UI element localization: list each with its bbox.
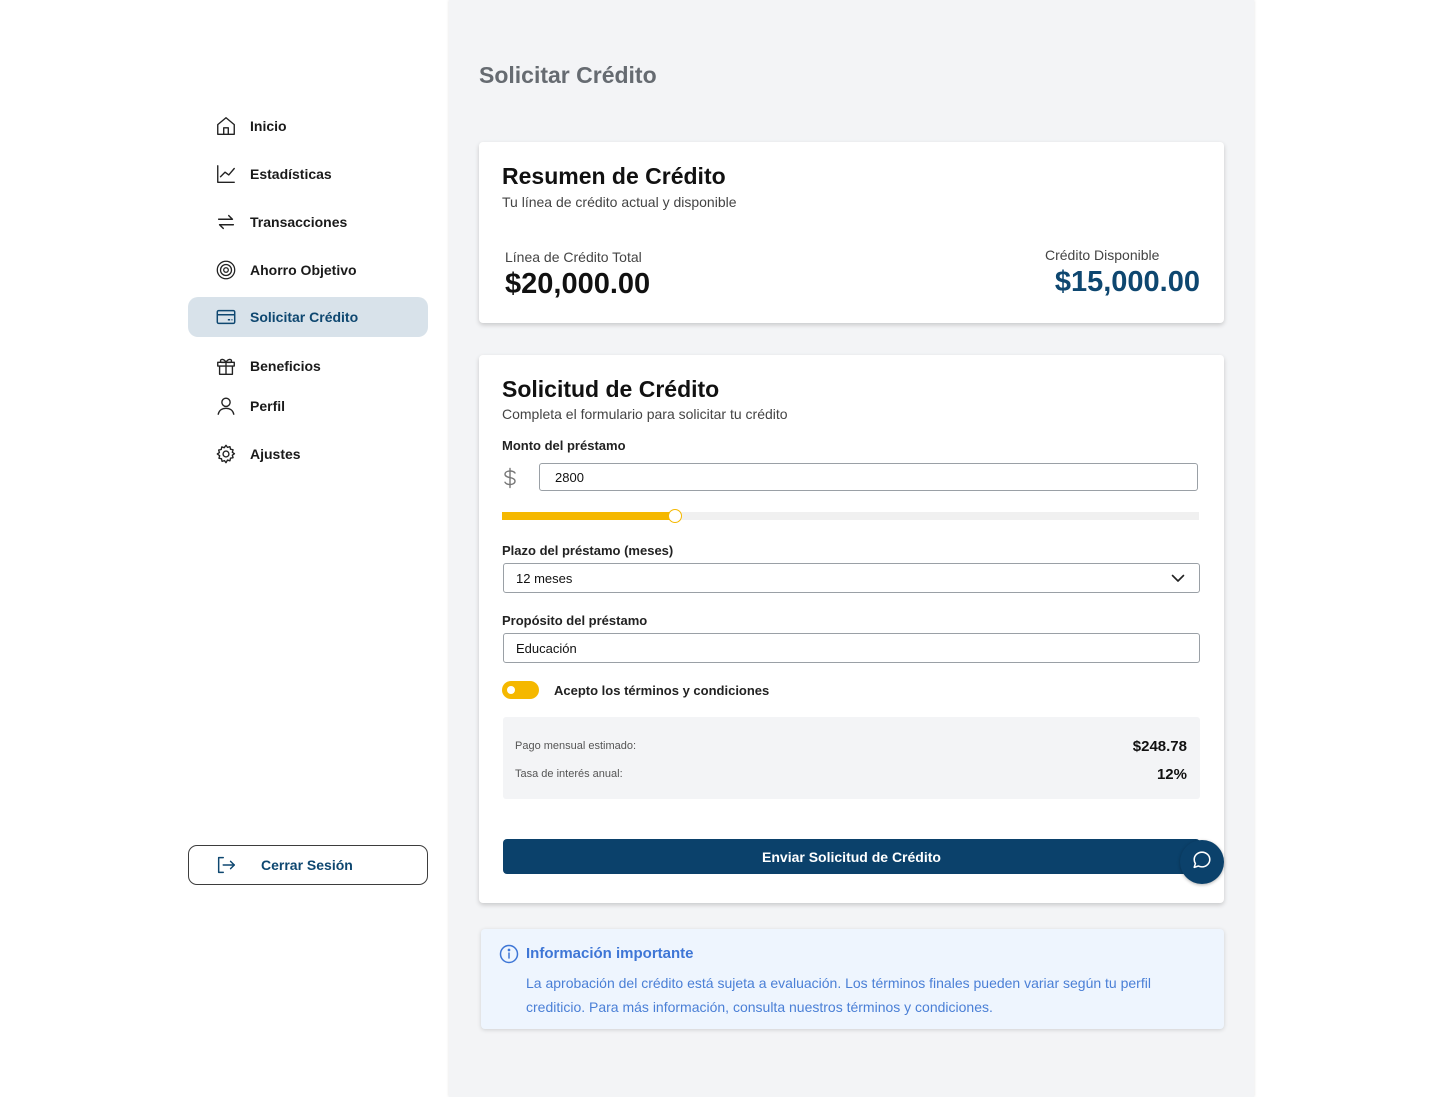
- sidebar-item-ahorro-objetivo[interactable]: Ahorro Objetivo: [188, 250, 428, 290]
- available-credit-label: Crédito Disponible: [1045, 247, 1160, 263]
- logout-button[interactable]: Cerrar Sesión: [188, 845, 428, 885]
- main-content: Solicitar Crédito Resumen de Crédito Tu …: [449, 0, 1254, 1097]
- term-label: Plazo del préstamo (meses): [502, 543, 674, 558]
- gift-icon: [214, 354, 238, 378]
- payment-estimate-panel: Pago mensual estimado: $248.78 Tasa de i…: [503, 717, 1200, 799]
- form-title: Solicitud de Crédito: [502, 376, 720, 402]
- settings-icon: [214, 442, 238, 466]
- home-icon: [214, 114, 238, 138]
- chat-icon: [1191, 849, 1213, 876]
- sidebar-item-estadisticas[interactable]: Estadísticas: [188, 154, 428, 194]
- info-title: Información importante: [526, 945, 694, 962]
- chat-button[interactable]: [1180, 840, 1224, 884]
- total-credit-label: Línea de Crédito Total: [505, 249, 642, 265]
- credit-application-card: Solicitud de Crédito Completa el formula…: [479, 355, 1224, 903]
- target-icon: [214, 258, 238, 282]
- amount-input-value: 2800: [555, 469, 584, 485]
- sidebar-item-transacciones[interactable]: Transacciones: [188, 202, 428, 242]
- sidebar-item-solicitar-credito[interactable]: Solicitar Crédito: [188, 297, 428, 337]
- submit-application-button[interactable]: Enviar Solicitud de Crédito: [503, 839, 1200, 874]
- page-title: Solicitar Crédito: [479, 62, 657, 88]
- sidebar-item-label: Solicitar Crédito: [250, 309, 359, 325]
- sidebar: Inicio Estadísticas Transacciones Ahorro…: [188, 0, 428, 1097]
- sidebar-item-label: Perfil: [250, 398, 286, 414]
- term-select[interactable]: 12 meses: [503, 563, 1200, 593]
- purpose-input-value: Educación: [516, 640, 577, 656]
- available-credit-value: $15,000.00: [1054, 266, 1200, 298]
- slider-thumb[interactable]: [668, 509, 683, 523]
- sidebar-item-label: Transacciones: [250, 214, 348, 230]
- amount-slider[interactable]: [502, 509, 1199, 523]
- summary-subtitle: Tu línea de crédito actual y disponible: [502, 194, 737, 210]
- chevron-down-icon: [1171, 572, 1185, 584]
- sidebar-item-label: Estadísticas: [250, 166, 332, 182]
- credit-summary-card: Resumen de Crédito Tu línea de crédito a…: [479, 142, 1224, 323]
- sidebar-item-beneficios[interactable]: Beneficios: [188, 346, 428, 386]
- sidebar-item-inicio[interactable]: Inicio: [188, 106, 428, 146]
- chart-line-icon: [214, 162, 238, 186]
- sidebar-item-label: Ahorro Objetivo: [250, 262, 357, 278]
- logout-label: Cerrar Sesión: [261, 857, 353, 873]
- monthly-payment-label: Pago mensual estimado:: [515, 740, 637, 752]
- sidebar-item-ajustes[interactable]: Ajustes: [188, 434, 428, 474]
- monthly-payment-value: $248.78: [1132, 738, 1187, 755]
- transfer-icon: [214, 210, 238, 234]
- amount-input[interactable]: 2800: [539, 463, 1198, 491]
- purpose-input[interactable]: Educación: [503, 633, 1200, 663]
- user-icon: [214, 394, 238, 418]
- interest-rate-value: 12%: [1156, 766, 1187, 783]
- toggle-knob: [507, 686, 515, 694]
- important-info-box: Información importante La aprobación del…: [481, 929, 1224, 1029]
- sidebar-item-label: Beneficios: [250, 358, 321, 374]
- logout-icon: [215, 853, 239, 877]
- dollar-icon: [501, 467, 519, 489]
- amount-label: Monto del préstamo: [502, 438, 626, 453]
- info-text: La aprobación del crédito está sujeta a …: [526, 975, 1151, 1015]
- sidebar-item-perfil[interactable]: Perfil: [188, 386, 428, 426]
- credit-card-icon: [214, 305, 238, 329]
- sidebar-item-label: Inicio: [250, 118, 287, 134]
- term-select-value: 12 meses: [516, 570, 573, 586]
- purpose-label: Propósito del préstamo: [502, 613, 648, 628]
- interest-rate-label: Tasa de interés anual:: [515, 768, 623, 780]
- summary-title: Resumen de Crédito: [502, 163, 726, 189]
- info-icon: [499, 944, 519, 964]
- terms-label: Acepto los términos y condiciones: [554, 683, 770, 698]
- terms-toggle[interactable]: [502, 681, 539, 699]
- total-credit-value: $20,000.00: [505, 268, 651, 300]
- sidebar-item-label: Ajustes: [250, 446, 301, 462]
- slider-fill: [502, 512, 675, 520]
- form-subtitle: Completa el formulario para solicitar tu…: [502, 406, 788, 422]
